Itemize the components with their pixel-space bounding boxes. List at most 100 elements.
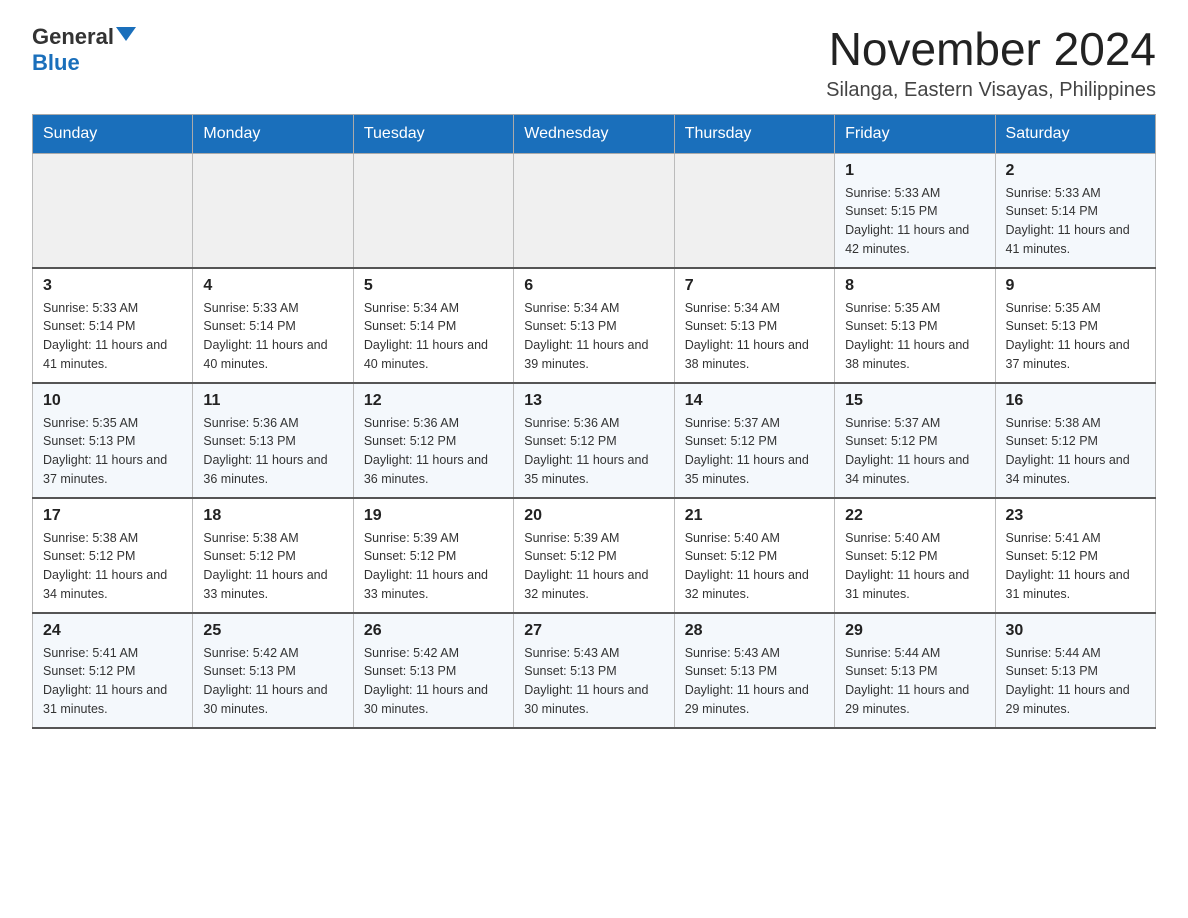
calendar-day-cell: 18 Sunrise: 5:38 AMSunset: 5:12 PMDayligh… (193, 498, 353, 613)
day-number: 23 (1006, 507, 1145, 525)
calendar-header-saturday: Saturday (995, 114, 1155, 153)
day-number: 4 (203, 277, 342, 295)
day-info: Sunrise: 5:36 AMSunset: 5:12 PMDaylight:… (364, 414, 503, 489)
calendar-week-row: 24Sunrise: 5:41 AMSunset: 5:12 PMDayligh… (33, 613, 1156, 728)
calendar-week-row: 10 Sunrise: 5:35 AMSunset: 5:13 PMDayligh… (33, 383, 1156, 498)
title-section: November 2024 Silanga, Eastern Visayas, … (826, 24, 1156, 102)
day-number: 18 (203, 507, 342, 525)
calendar-day-cell: 24Sunrise: 5:41 AMSunset: 5:12 PMDayligh… (33, 613, 193, 728)
logo-triangle-icon (116, 27, 136, 41)
day-info: Sunrise: 5:34 AMSunset: 5:13 PMDaylight:… (524, 299, 663, 374)
calendar-header-wednesday: Wednesday (514, 114, 674, 153)
calendar-header: SundayMondayTuesdayWednesdayThursdayFrid… (33, 114, 1156, 153)
day-number: 20 (524, 507, 663, 525)
day-info: Sunrise: 5:33 AMSunset: 5:15 PMDaylight:… (845, 184, 984, 259)
day-number: 6 (524, 277, 663, 295)
calendar-day-cell: 29 Sunrise: 5:44 AMSunset: 5:13 PMDayligh… (835, 613, 995, 728)
day-info: Sunrise: 5:41 AMSunset: 5:12 PMDaylight:… (43, 644, 182, 719)
calendar-day-cell: 20 Sunrise: 5:39 AMSunset: 5:12 PMDayligh… (514, 498, 674, 613)
day-info: Sunrise: 5:38 AMSunset: 5:12 PMDaylight:… (43, 529, 182, 604)
day-number: 21 (685, 507, 824, 525)
day-info: Sunrise: 5:35 AMSunset: 5:13 PMDaylight:… (1006, 299, 1145, 374)
day-number: 12 (364, 392, 503, 410)
calendar-table: SundayMondayTuesdayWednesdayThursdayFrid… (32, 114, 1156, 729)
day-number: 15 (845, 392, 984, 410)
day-info: Sunrise: 5:35 AMSunset: 5:13 PMDaylight:… (43, 414, 182, 489)
page-header: General Blue November 2024 Silanga, East… (32, 24, 1156, 102)
day-number: 5 (364, 277, 503, 295)
day-info: Sunrise: 5:36 AMSunset: 5:12 PMDaylight:… (524, 414, 663, 489)
calendar-day-cell: 19Sunrise: 5:39 AMSunset: 5:12 PMDayligh… (353, 498, 513, 613)
day-info: Sunrise: 5:43 AMSunset: 5:13 PMDaylight:… (685, 644, 824, 719)
day-info: Sunrise: 5:38 AMSunset: 5:12 PMDaylight:… (1006, 414, 1145, 489)
day-number: 10 (43, 392, 182, 410)
day-number: 17 (43, 507, 182, 525)
day-info: Sunrise: 5:43 AMSunset: 5:13 PMDaylight:… (524, 644, 663, 719)
day-info: Sunrise: 5:34 AMSunset: 5:13 PMDaylight:… (685, 299, 824, 374)
day-number: 1 (845, 162, 984, 180)
logo: General Blue (32, 24, 136, 76)
day-number: 26 (364, 622, 503, 640)
calendar-day-cell: 5Sunrise: 5:34 AMSunset: 5:14 PMDaylight… (353, 268, 513, 383)
day-info: Sunrise: 5:36 AMSunset: 5:13 PMDaylight:… (203, 414, 342, 489)
day-info: Sunrise: 5:33 AMSunset: 5:14 PMDaylight:… (1006, 184, 1145, 259)
day-number: 22 (845, 507, 984, 525)
day-info: Sunrise: 5:44 AMSunset: 5:13 PMDaylight:… (845, 644, 984, 719)
calendar-day-cell: 1 Sunrise: 5:33 AMSunset: 5:15 PMDaylight… (835, 153, 995, 268)
calendar-header-tuesday: Tuesday (353, 114, 513, 153)
calendar-day-cell: 16 Sunrise: 5:38 AMSunset: 5:12 PMDayligh… (995, 383, 1155, 498)
calendar-day-cell: 6 Sunrise: 5:34 AMSunset: 5:13 PMDaylight… (514, 268, 674, 383)
day-info: Sunrise: 5:37 AMSunset: 5:12 PMDaylight:… (685, 414, 824, 489)
calendar-day-cell: 10 Sunrise: 5:35 AMSunset: 5:13 PMDayligh… (33, 383, 193, 498)
calendar-header-friday: Friday (835, 114, 995, 153)
calendar-day-cell: 23 Sunrise: 5:41 AMSunset: 5:12 PMDayligh… (995, 498, 1155, 613)
day-number: 27 (524, 622, 663, 640)
day-info: Sunrise: 5:39 AMSunset: 5:12 PMDaylight:… (524, 529, 663, 604)
calendar-day-cell: 4 Sunrise: 5:33 AMSunset: 5:14 PMDaylight… (193, 268, 353, 383)
day-number: 28 (685, 622, 824, 640)
calendar-day-cell: 21Sunrise: 5:40 AMSunset: 5:12 PMDayligh… (674, 498, 834, 613)
calendar-day-cell (193, 153, 353, 268)
calendar-day-cell: 12 Sunrise: 5:36 AMSunset: 5:12 PMDayligh… (353, 383, 513, 498)
day-number: 2 (1006, 162, 1145, 180)
calendar-day-cell: 3 Sunrise: 5:33 AMSunset: 5:14 PMDaylight… (33, 268, 193, 383)
day-number: 19 (364, 507, 503, 525)
day-info: Sunrise: 5:38 AMSunset: 5:12 PMDaylight:… (203, 529, 342, 604)
logo-blue-text: Blue (32, 50, 80, 76)
day-info: Sunrise: 5:41 AMSunset: 5:12 PMDaylight:… (1006, 529, 1145, 604)
calendar-day-cell: 7 Sunrise: 5:34 AMSunset: 5:13 PMDaylight… (674, 268, 834, 383)
calendar-day-cell: 13 Sunrise: 5:36 AMSunset: 5:12 PMDayligh… (514, 383, 674, 498)
day-info: Sunrise: 5:44 AMSunset: 5:13 PMDaylight:… (1006, 644, 1145, 719)
calendar-day-cell: 15Sunrise: 5:37 AMSunset: 5:12 PMDayligh… (835, 383, 995, 498)
calendar-day-cell: 17 Sunrise: 5:38 AMSunset: 5:12 PMDayligh… (33, 498, 193, 613)
day-number: 11 (203, 392, 342, 410)
day-number: 13 (524, 392, 663, 410)
calendar-day-cell: 26 Sunrise: 5:42 AMSunset: 5:13 PMDayligh… (353, 613, 513, 728)
logo-general-text: General (32, 24, 114, 50)
day-number: 30 (1006, 622, 1145, 640)
day-number: 16 (1006, 392, 1145, 410)
day-number: 29 (845, 622, 984, 640)
calendar-week-row: 3 Sunrise: 5:33 AMSunset: 5:14 PMDaylight… (33, 268, 1156, 383)
calendar-body: 1 Sunrise: 5:33 AMSunset: 5:15 PMDaylight… (33, 153, 1156, 728)
day-number: 7 (685, 277, 824, 295)
calendar-day-cell: 30 Sunrise: 5:44 AMSunset: 5:13 PMDayligh… (995, 613, 1155, 728)
day-info: Sunrise: 5:33 AMSunset: 5:14 PMDaylight:… (203, 299, 342, 374)
calendar-day-cell: 25 Sunrise: 5:42 AMSunset: 5:13 PMDayligh… (193, 613, 353, 728)
day-info: Sunrise: 5:42 AMSunset: 5:13 PMDaylight:… (364, 644, 503, 719)
day-number: 14 (685, 392, 824, 410)
calendar-header-thursday: Thursday (674, 114, 834, 153)
day-number: 25 (203, 622, 342, 640)
calendar-day-cell: 9Sunrise: 5:35 AMSunset: 5:13 PMDaylight… (995, 268, 1155, 383)
day-number: 8 (845, 277, 984, 295)
calendar-day-cell (353, 153, 513, 268)
calendar-day-cell: 27 Sunrise: 5:43 AMSunset: 5:13 PMDayligh… (514, 613, 674, 728)
calendar-day-cell (514, 153, 674, 268)
calendar-week-row: 17 Sunrise: 5:38 AMSunset: 5:12 PMDayligh… (33, 498, 1156, 613)
day-info: Sunrise: 5:42 AMSunset: 5:13 PMDaylight:… (203, 644, 342, 719)
calendar-day-cell (674, 153, 834, 268)
calendar-week-row: 1 Sunrise: 5:33 AMSunset: 5:15 PMDaylight… (33, 153, 1156, 268)
day-info: Sunrise: 5:33 AMSunset: 5:14 PMDaylight:… (43, 299, 182, 374)
day-number: 3 (43, 277, 182, 295)
calendar-day-cell (33, 153, 193, 268)
